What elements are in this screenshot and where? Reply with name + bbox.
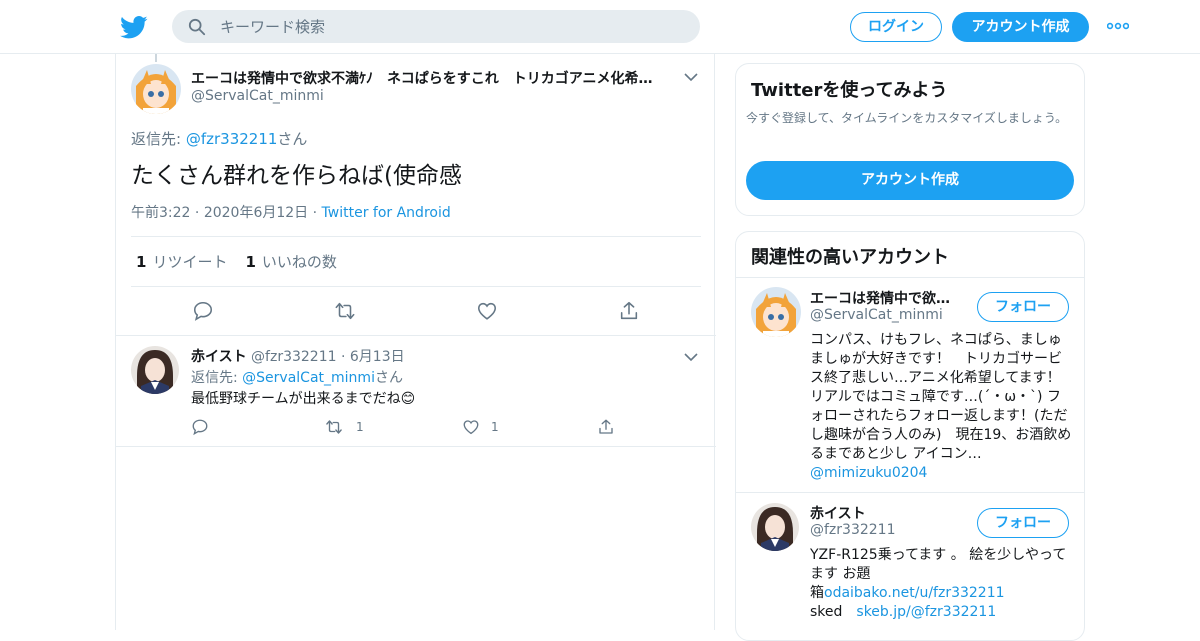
divider xyxy=(736,492,1084,493)
bio-prefix: 箱 xyxy=(810,585,824,601)
reply-retweet-count: 1 xyxy=(356,420,364,434)
promo-title: Twitterを使ってみよう xyxy=(751,80,948,101)
share-icon[interactable] xyxy=(618,300,640,322)
reply-to-handle-link[interactable]: @ServalCat_minmi xyxy=(242,370,375,386)
divider xyxy=(131,236,701,237)
avatar[interactable] xyxy=(131,346,179,394)
related-title: 関連性の高いアカウント xyxy=(751,247,949,268)
reply-icon[interactable] xyxy=(191,418,209,436)
twitter-bird-icon[interactable] xyxy=(120,13,148,41)
divider xyxy=(736,277,1084,278)
thread-connector xyxy=(155,54,157,62)
promo-signup-button[interactable]: アカウント作成 xyxy=(746,161,1074,200)
like-stat[interactable]: 1 いいねの数 xyxy=(245,253,336,271)
avatar-image xyxy=(751,503,799,551)
search-box[interactable] xyxy=(172,10,700,43)
signup-button[interactable]: アカウント作成 xyxy=(952,12,1089,42)
divider xyxy=(131,286,701,287)
reply-to-line: 返信先: @fzr332211さん xyxy=(131,128,307,149)
more-options-icon[interactable] xyxy=(1107,19,1129,33)
like-stat-label: いいねの数 xyxy=(261,253,337,271)
divider xyxy=(116,446,716,447)
bio-mention-link[interactable]: @mimizuku0204 xyxy=(810,465,927,481)
retweet-stat[interactable]: 1 リツイート xyxy=(136,253,227,271)
like-count: 1 xyxy=(245,253,256,271)
reply-author-name[interactable]: 赤イスト xyxy=(191,349,247,365)
avatar[interactable] xyxy=(751,287,801,337)
retweet-stat-label: リツイート xyxy=(152,253,228,271)
avatar-image xyxy=(751,287,801,337)
reply-actions: 1 1 xyxy=(176,418,676,438)
tweet-time[interactable]: 午前3:22 xyxy=(131,205,190,221)
tweet-author-handle[interactable]: @ServalCat_minmi xyxy=(191,88,324,104)
reply-to-suffix: さん xyxy=(374,370,403,386)
promo-description: 今すぐ登録して、タイムラインをカスタマイズしましょう。 xyxy=(746,111,1068,125)
tweet-source-link[interactable]: Twitter for Android xyxy=(322,205,451,221)
chevron-down-icon[interactable] xyxy=(684,72,698,82)
chevron-down-icon[interactable] xyxy=(684,352,698,362)
reply-date[interactable]: 6月13日 xyxy=(350,349,405,365)
divider xyxy=(116,335,716,336)
login-button[interactable]: ログイン xyxy=(850,12,942,42)
retweet-count: 1 xyxy=(136,253,147,271)
bio-line: YZF-R125乗ってます 。 絵を少しやってます お題 xyxy=(810,547,1067,582)
tweet-author-name[interactable]: エーコは発情中で欲求不満ｹﾉ ネコぱらをすこれ トリカゴアニメ化希… xyxy=(191,68,661,88)
tweet-meta: 午前3:22 · 2020年6月12日 · Twitter for Androi… xyxy=(131,205,451,221)
related-account-handle[interactable]: @fzr332211 xyxy=(810,522,895,538)
retweet-icon[interactable] xyxy=(325,418,343,436)
avatar[interactable] xyxy=(131,64,181,114)
reply-to-suffix: さん xyxy=(277,130,308,148)
tweet-text: たくさん群れを作らねば(使命感 xyxy=(131,163,462,189)
related-account-handle[interactable]: @ServalCat_minmi xyxy=(810,307,943,323)
avatar-image xyxy=(131,346,179,394)
avatar[interactable] xyxy=(751,503,799,551)
tweet-stats: 1 リツイート 1 いいねの数 xyxy=(136,251,337,272)
follow-button[interactable]: フォロー xyxy=(977,292,1069,322)
reply-icon[interactable] xyxy=(192,300,214,322)
retweet-icon[interactable] xyxy=(334,300,356,322)
bio-url-link[interactable]: odaibako.net/u/fzr332211 xyxy=(824,585,1005,601)
avatar-image xyxy=(131,64,181,114)
reply-to-handle-link[interactable]: @fzr332211 xyxy=(186,130,278,148)
search-icon xyxy=(188,18,206,36)
bio-text: コンパス、けもフレ、ネコぱら、ましゅましゅが大好きです！ トリカゴサービス終了悲… xyxy=(810,332,1075,462)
reply-to-prefix: 返信先: xyxy=(191,370,243,386)
related-account-bio: YZF-R125乗ってます 。 絵を少しやってます お題 箱odaibako.n… xyxy=(810,546,1072,622)
reply-to-line: 返信先: @ServalCat_minmiさん xyxy=(191,367,403,387)
related-account-name[interactable]: 赤イスト xyxy=(810,503,866,523)
timeline-column: エーコは発情中で欲求不満ｹﾉ ネコぱらをすこれ トリカゴアニメ化希… @Serv… xyxy=(115,54,716,630)
related-account-bio: コンパス、けもフレ、ネコぱら、ましゅましゅが大好きです！ トリカゴサービス終了悲… xyxy=(810,331,1075,483)
signup-promo-card: Twitterを使ってみよう 今すぐ登録して、タイムラインをカスタマイズしましょ… xyxy=(735,63,1085,216)
related-account-name[interactable]: エーコは発情中で欲… xyxy=(810,288,950,308)
search-input[interactable] xyxy=(220,10,680,43)
reply-text: 最低野球チームが出来るまでだね😊 xyxy=(191,391,416,407)
reply-header: 赤イスト @fzr332211 · 6月13日 xyxy=(191,349,405,365)
bio-url-link[interactable]: skeb.jp/@fzr332211 xyxy=(856,604,996,620)
bio-prefix: sked xyxy=(810,604,857,620)
top-bar: ログイン アカウント作成 xyxy=(0,0,1200,54)
like-heart-icon[interactable] xyxy=(462,418,480,436)
reply-to-prefix: 返信先: xyxy=(131,130,186,148)
like-heart-icon[interactable] xyxy=(476,300,498,322)
related-accounts-card: 関連性の高いアカウント エーコは発情中で欲… @ServalCat_minmi … xyxy=(735,231,1085,641)
tweet-actions xyxy=(116,300,716,324)
follow-button[interactable]: フォロー xyxy=(977,508,1069,538)
tweet-date[interactable]: 2020年6月12日 xyxy=(204,205,308,221)
reply-like-count: 1 xyxy=(491,420,499,434)
share-icon[interactable] xyxy=(597,418,615,436)
reply-author-handle[interactable]: @fzr332211 xyxy=(251,349,336,365)
